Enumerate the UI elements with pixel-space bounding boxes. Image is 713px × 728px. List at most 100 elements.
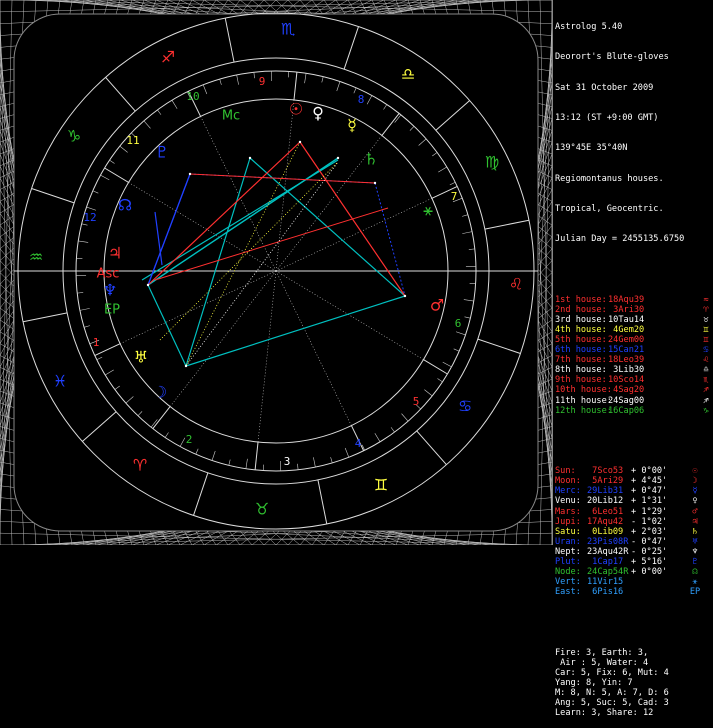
sign-glyph-virgo: ♍ bbox=[485, 153, 499, 172]
planet-position-list: Sun: 7Sco53+ 0°00'☉Moon: 5Ari29+ 4°45'☽M… bbox=[555, 466, 711, 597]
planet-point bbox=[337, 157, 339, 159]
planet-point bbox=[147, 284, 149, 286]
house-label: 11th house: bbox=[555, 396, 608, 406]
planet-row: Sun: 7Sco53+ 0°00'☉ bbox=[555, 466, 711, 476]
planet-latitude: + 1°31' bbox=[631, 496, 689, 506]
house-row: 3rd house:10Tau14♉ bbox=[555, 315, 711, 325]
planet-position: 23Aqu42R bbox=[587, 547, 631, 557]
chart-location: 139°45E 35°40N bbox=[555, 143, 711, 153]
sign-glyph-scorpio: ♏ bbox=[281, 20, 295, 39]
planet-icon: ⚹ bbox=[689, 577, 701, 587]
house-value: 16Cap06 bbox=[608, 406, 701, 416]
house-sign-icon: ♈ bbox=[701, 305, 711, 315]
house-label: 4th house: bbox=[555, 325, 608, 335]
house-number-1: 1 bbox=[93, 336, 100, 349]
planet-glyph-pluto: ♇ bbox=[155, 143, 169, 162]
house-sign-icon: ♋ bbox=[701, 345, 711, 355]
planet-position: 11Vir15 bbox=[587, 577, 631, 587]
house-row: 11th house:24Sag00♐ bbox=[555, 396, 711, 406]
chart-time: 13:12 (ST +9:00 GMT) bbox=[555, 113, 711, 123]
house-number-7: 7 bbox=[451, 190, 458, 203]
house-number-5: 5 bbox=[413, 395, 420, 408]
house-row: 9th house:10Sco14♏ bbox=[555, 375, 711, 385]
house-value: 4Sag20 bbox=[608, 385, 701, 395]
house-value: 10Sco14 bbox=[608, 375, 701, 385]
planet-icon: ♆ bbox=[689, 547, 701, 557]
house-label: 7th house: bbox=[555, 355, 608, 365]
house-number-6: 6 bbox=[455, 317, 462, 330]
house-value: 3Ari30 bbox=[608, 305, 701, 315]
sign-glyph-aquarius: ♒ bbox=[29, 248, 43, 267]
house-number-9: 9 bbox=[259, 75, 266, 88]
chart-wheel: ♒♑♐♏♎♍♌♋♊♉♈♓123456789101112☉♀☿♄⚹♂☽♅EP♆As… bbox=[0, 0, 552, 545]
planet-row: Plut: 1Cap17+ 5°16'♇ bbox=[555, 557, 711, 567]
planet-glyph-sun: ☉ bbox=[289, 100, 303, 119]
house-label: 5th house: bbox=[555, 335, 608, 345]
planet-icon: ☊ bbox=[689, 567, 701, 577]
house-value: 18Leo39 bbox=[608, 355, 701, 365]
planet-name: Venu: bbox=[555, 496, 587, 506]
chart-date: Sat 31 October 2009 bbox=[555, 83, 711, 93]
house-label: 6th house: bbox=[555, 345, 608, 355]
chart-name: Deorort's Blute-gloves bbox=[555, 52, 711, 62]
sign-glyph-aries: ♈ bbox=[133, 456, 147, 475]
spacer bbox=[555, 264, 711, 274]
planet-position: 20Lib12 bbox=[587, 496, 631, 506]
house-row: 7th house:18Leo39♌ bbox=[555, 355, 711, 365]
planet-point bbox=[189, 173, 191, 175]
planet-name: Uran: bbox=[555, 537, 587, 547]
planet-row: Moon: 5Ari29+ 4°45'☽ bbox=[555, 476, 711, 486]
sign-glyph-leo: ♌ bbox=[509, 275, 523, 294]
planet-name: Moon: bbox=[555, 476, 587, 486]
planet-position: 5Ari29 bbox=[587, 476, 631, 486]
planet-icon: ☽ bbox=[689, 476, 701, 486]
planet-icon: ☿ bbox=[689, 486, 701, 496]
planet-icon: EP bbox=[689, 587, 701, 597]
planet-name: Merc: bbox=[555, 486, 587, 496]
planet-point bbox=[185, 365, 187, 367]
planet-glyph-east-point: EP bbox=[104, 303, 120, 318]
planet-position: 23Pis08R bbox=[587, 537, 631, 547]
planet-icon: ♂ bbox=[689, 507, 701, 517]
planet-name: Vert: bbox=[555, 577, 587, 587]
planet-point bbox=[249, 157, 251, 159]
planet-name: Nept: bbox=[555, 547, 587, 557]
sign-glyph-capricorn: ♑ bbox=[67, 127, 81, 146]
planet-position: 7Sco53 bbox=[587, 466, 631, 476]
planet-row: Vert:11Vir15 ⚹ bbox=[555, 577, 711, 587]
planet-glyph-saturn: ♄ bbox=[364, 150, 378, 169]
planet-row: Node:24Cap54R+ 0°00'☊ bbox=[555, 567, 711, 577]
moire-line bbox=[12, 533, 552, 545]
house-label: 1st house: bbox=[555, 295, 608, 305]
planet-row: Venu:20Lib12+ 1°31'♀ bbox=[555, 496, 711, 506]
planet-latitude bbox=[631, 577, 689, 587]
planet-position: 17Aqu42 bbox=[587, 517, 631, 527]
moire-line bbox=[0, 0, 540, 12]
stat-line: Ang: 5, Suc: 5, Cad: 3 bbox=[555, 698, 711, 708]
planet-position: 0Lib09 bbox=[587, 527, 631, 537]
house-row: 8th house: 3Lib30♎ bbox=[555, 365, 711, 375]
planet-position: 29Lib31 bbox=[587, 486, 631, 496]
house-number-10: 10 bbox=[186, 90, 199, 103]
house-value: 3Lib30 bbox=[608, 365, 701, 375]
stat-line: Fire: 3, Earth: 3, bbox=[555, 648, 711, 658]
house-sign-icon: ♏ bbox=[701, 375, 711, 385]
planet-glyph-midheaven: Mc bbox=[222, 109, 240, 124]
element-statistics: Fire: 3, Earth: 3, Air : 5, Water: 4Car:… bbox=[555, 648, 711, 719]
house-row: 10th house: 4Sag20♐ bbox=[555, 385, 711, 395]
planet-glyph-jupiter: ♃ bbox=[108, 244, 122, 263]
planet-glyph-vertex: ⚹ bbox=[423, 201, 433, 220]
planet-icon: ♇ bbox=[689, 557, 701, 567]
planet-name: East: bbox=[555, 587, 587, 597]
house-number-3: 3 bbox=[284, 455, 291, 468]
house-label: 3rd house: bbox=[555, 315, 608, 325]
stat-line: Yang: 8, Yin: 7 bbox=[555, 678, 711, 688]
stat-line: Air : 5, Water: 4 bbox=[555, 658, 711, 668]
planet-row: East: 6Pis16EP bbox=[555, 587, 711, 597]
house-row: 2nd house: 3Ari30♈ bbox=[555, 305, 711, 315]
planet-row: Satu: 0Lib09+ 2°03'♄ bbox=[555, 527, 711, 537]
house-sign-icon: ♌ bbox=[701, 355, 711, 365]
planet-glyph-neptune: ♆ bbox=[103, 281, 117, 300]
house-value: 24Sag00 bbox=[608, 396, 701, 406]
planet-name: Sun: bbox=[555, 466, 587, 476]
